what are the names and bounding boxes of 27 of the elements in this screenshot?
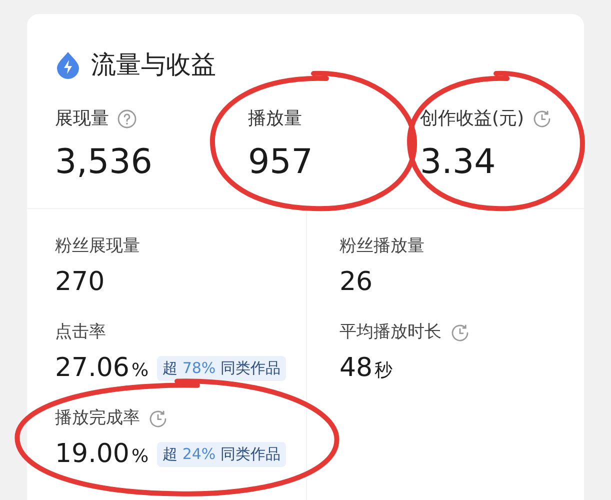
stat-value: 3,536: [55, 142, 152, 182]
card-title: 流量与收益: [91, 49, 216, 81]
stat-value: 957: [248, 142, 313, 182]
stat-unit: %: [131, 359, 149, 383]
stat-label: 粉丝展现量: [55, 234, 140, 258]
lightning-drop-icon: [55, 50, 81, 79]
stat-value: 3.34: [420, 142, 496, 182]
stat-label: 展现量: [55, 107, 109, 131]
clock-icon[interactable]: [532, 108, 552, 128]
help-icon[interactable]: [117, 108, 137, 128]
stat-value: 19.00: [55, 438, 130, 471]
stat-label: 创作收益(元): [420, 107, 524, 131]
stat-label: 平均播放时长: [340, 320, 442, 344]
stat-label: 粉丝播放量: [340, 234, 424, 258]
stat-label: 点击率: [55, 320, 106, 344]
comparison-badge: 超 24% 同类作品: [156, 442, 286, 467]
stat-value: 26: [340, 266, 373, 299]
stat-label: 播放完成率: [55, 406, 140, 430]
stat-value: 270: [55, 266, 105, 299]
stat-unit: %: [131, 445, 149, 469]
clock-icon[interactable]: [148, 408, 168, 428]
stat-unit: 秒: [374, 359, 393, 383]
comparison-badge: 超 78% 同类作品: [156, 356, 286, 381]
stat-value: 27.06: [55, 352, 130, 385]
clock-icon[interactable]: [450, 322, 470, 342]
stat-label: 播放量: [248, 107, 302, 131]
stat-value: 48: [340, 352, 373, 385]
